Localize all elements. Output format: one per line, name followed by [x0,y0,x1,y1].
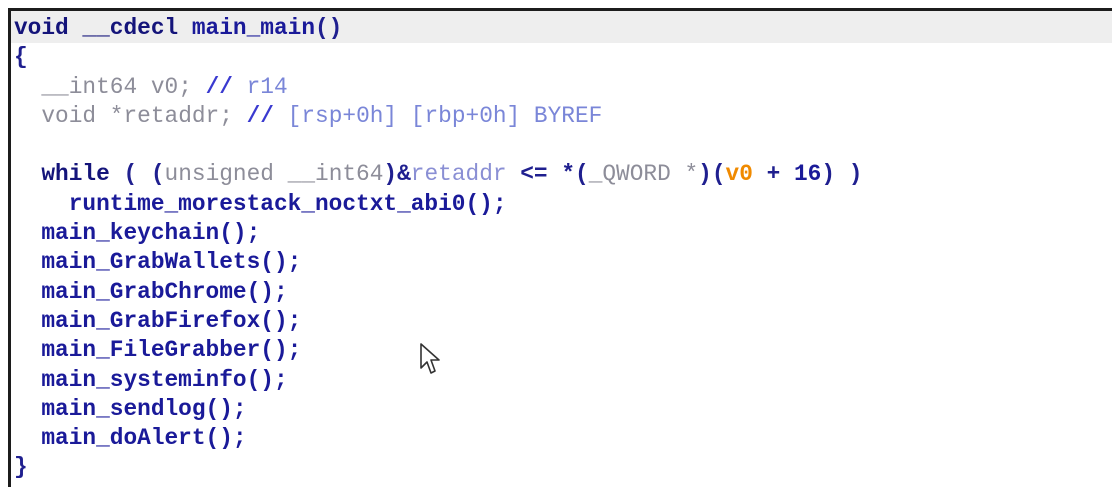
call-main-grabfirefox[interactable]: main_GrabFirefox(); [41,308,301,334]
while-close-parens: ) ) [821,161,863,188]
call-main-doalert[interactable]: main_doAlert(); [41,425,246,451]
retaddr-ref[interactable]: retaddr [411,161,507,187]
lte-operator: <= [520,161,548,188]
comment-register: r14 [246,73,288,100]
deref-open: *( [561,161,589,188]
call-line[interactable]: main_keychain(); [14,219,862,248]
comment-marker: // [246,102,274,129]
var-type-int64[interactable]: __int64 [41,74,137,100]
call-main-keychain[interactable]: main_keychain(); [41,220,260,246]
while-loop-line[interactable]: while ( (unsigned __int64)&retaddr <= *(… [14,160,862,189]
offset-number[interactable]: 16 [794,161,821,187]
local-var-decl-retaddr[interactable]: void *retaddr; // [rsp+0h] [rbp+0h] BYRE… [14,102,862,131]
call-main-grabwallets[interactable]: main_GrabWallets(); [41,249,301,275]
var-type-void[interactable]: void [41,103,96,129]
calling-convention[interactable]: __cdecl [82,15,178,41]
open-brace-line: { [14,43,862,72]
pseudocode-text[interactable]: void __cdecl main_main(){ __int64 v0; //… [14,14,862,483]
call-main-filegrabber[interactable]: main_FileGrabber(); [41,337,301,363]
open-brace: { [14,44,28,71]
cast-type[interactable]: unsigned __int64 [165,161,384,187]
call-line[interactable]: main_sendlog(); [14,395,862,424]
pseudocode-view[interactable]: void __cdecl main_main(){ __int64 v0; //… [8,8,1112,487]
v0-ref-highlighted[interactable]: v0 [726,161,753,187]
call-main-sendlog[interactable]: main_sendlog(); [41,396,246,422]
qword-type[interactable]: _QWORD * [589,161,698,187]
local-var-decl-v0[interactable]: __int64 v0; // r14 [14,73,862,102]
close-brace-line: } [14,453,862,482]
function-name[interactable]: main_main [192,15,315,41]
cast-open-paren: ( [150,161,165,188]
var-name-v0[interactable]: v0; [151,74,192,100]
function-signature-line[interactable]: void __cdecl main_main() [14,14,862,43]
arrow-cursor-icon [420,343,440,374]
call-line[interactable]: main_GrabChrome(); [14,278,862,307]
return-type[interactable]: void [14,15,69,41]
comment-marker: // [205,73,233,100]
call-runtime-morestack[interactable]: runtime_morestack_noctxt_abi0(); [69,191,507,217]
call-main-systeminfo[interactable]: main_systeminfo(); [41,367,287,393]
comment-stack-offset: [rsp+0h] [rbp+0h] BYREF [287,102,603,129]
call-line[interactable]: main_GrabFirefox(); [14,307,862,336]
call-main-grabchrome[interactable]: main_GrabChrome(); [41,279,287,305]
cast-close-addr: )& [383,161,411,188]
call-line[interactable]: main_GrabWallets(); [14,248,862,277]
while-open-paren: ( [123,161,138,188]
close-brace: } [14,454,28,481]
while-keyword[interactable]: while [41,161,109,187]
plus-operator: + [766,161,781,188]
deref-close: )( [698,161,726,188]
morestack-call-line[interactable]: runtime_morestack_noctxt_abi0(); [14,190,862,219]
signature-parens: () [315,15,343,41]
call-line[interactable]: main_doAlert(); [14,424,862,453]
var-name-retaddr[interactable]: *retaddr; [110,103,233,129]
